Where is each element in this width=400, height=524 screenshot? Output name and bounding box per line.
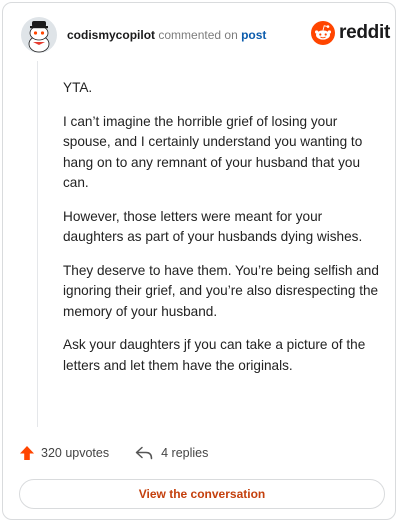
post-link[interactable]: post bbox=[241, 28, 266, 42]
comment-body: YTA. I can’t imagine the horrible grief … bbox=[63, 78, 381, 389]
comment-card: codismycopilot commented on post reddit … bbox=[2, 2, 396, 520]
comment-paragraph: They deserve to have them. You’re being … bbox=[63, 262, 379, 319]
comment-header: codismycopilot commented on post bbox=[67, 28, 266, 42]
view-conversation-button[interactable]: View the conversation bbox=[19, 479, 385, 509]
upvote-arrow-icon[interactable] bbox=[19, 445, 35, 461]
comment-actions: 320 upvotes 4 replies bbox=[19, 445, 208, 461]
comment-paragraph: However, those letters were meant for yo… bbox=[63, 208, 363, 245]
reply-arrow-icon[interactable] bbox=[135, 446, 153, 460]
thread-line bbox=[37, 61, 38, 427]
upvote-count: 320 upvotes bbox=[41, 446, 110, 460]
comment-paragraph: YTA. bbox=[63, 80, 93, 95]
commented-on-text: commented on bbox=[158, 28, 238, 42]
snoo-avatar-icon bbox=[21, 17, 57, 53]
reddit-wordmark: reddit bbox=[339, 22, 390, 43]
avatar[interactable] bbox=[21, 17, 57, 53]
comment-paragraph: Ask your daughters jf you can take a pic… bbox=[63, 337, 366, 373]
reddit-logo[interactable]: reddit bbox=[311, 21, 390, 45]
comment-paragraph: I can’t imagine the horrible grief of lo… bbox=[63, 113, 363, 191]
reddit-logo-icon bbox=[311, 21, 335, 45]
username[interactable]: codismycopilot bbox=[67, 28, 155, 42]
reply-count[interactable]: 4 replies bbox=[161, 446, 208, 460]
